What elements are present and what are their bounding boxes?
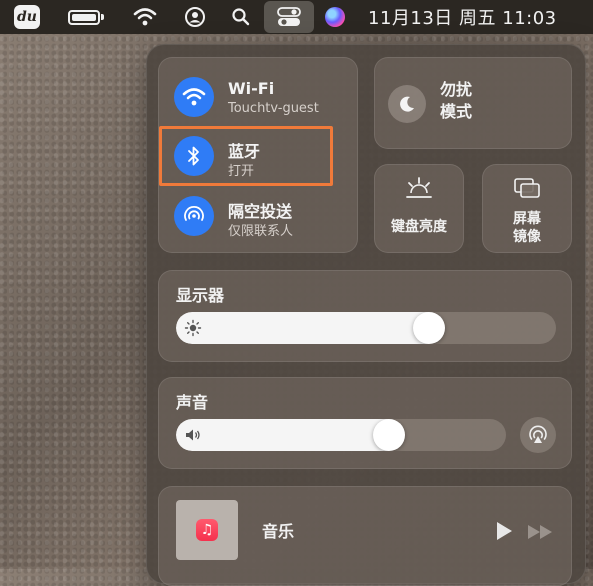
app-logo[interactable]: du bbox=[14, 5, 40, 29]
control-center-icon[interactable] bbox=[264, 1, 314, 33]
screen-mirroring-icon bbox=[482, 176, 572, 200]
volume-slider[interactable] bbox=[176, 419, 506, 451]
menu-bar: du 11月13日 周五 11:03 bbox=[0, 0, 593, 34]
slider-fill bbox=[176, 419, 389, 451]
moon-icon bbox=[388, 85, 426, 123]
search-icon[interactable] bbox=[228, 0, 254, 34]
bluetooth-highlight-box bbox=[159, 126, 333, 186]
play-icon[interactable] bbox=[494, 520, 514, 542]
sound-card: 声音 bbox=[158, 377, 572, 469]
slider-fill bbox=[176, 312, 429, 344]
keyboard-brightness-card[interactable]: 键盘亮度 bbox=[374, 164, 464, 253]
siri-icon[interactable] bbox=[323, 0, 347, 34]
menubar-datetime[interactable]: 11月13日 周五 11:03 bbox=[368, 0, 588, 34]
control-center-panel: Wi-Fi Touchtv-guest 蓝牙 打开 隔空投送 仅限联系人 勿扰 … bbox=[146, 44, 586, 586]
screen-mirroring-card[interactable]: 屏幕 镜像 bbox=[482, 164, 572, 253]
keyboard-brightness-icon bbox=[374, 176, 464, 200]
airdrop-status: 仅限联系人 bbox=[228, 224, 294, 239]
sun-icon bbox=[184, 319, 202, 337]
wifi-toggle[interactable]: Wi-Fi Touchtv-guest bbox=[174, 77, 354, 121]
now-playing-title: 音乐 bbox=[262, 522, 295, 541]
airplay-audio-icon bbox=[529, 425, 547, 443]
wifi-title: Wi-Fi bbox=[228, 79, 275, 98]
next-track-icon[interactable] bbox=[526, 522, 556, 542]
wifi-network-name: Touchtv-guest bbox=[228, 101, 319, 116]
airplay-audio-button[interactable] bbox=[520, 417, 556, 453]
music-note-icon: ♫ bbox=[196, 519, 218, 541]
display-brightness-slider[interactable] bbox=[176, 312, 556, 344]
airdrop-toggle[interactable]: 隔空投送 仅限联系人 bbox=[174, 196, 354, 240]
dnd-label: 勿扰 模式 bbox=[440, 80, 473, 121]
airdrop-icon[interactable] bbox=[174, 196, 214, 236]
display-card: 显示器 bbox=[158, 270, 572, 362]
do-not-disturb-card[interactable]: 勿扰 模式 bbox=[374, 57, 572, 149]
user-icon[interactable] bbox=[182, 0, 208, 34]
battery-icon[interactable] bbox=[66, 0, 106, 34]
album-artwork[interactable]: ♫ bbox=[176, 500, 238, 560]
wifi-icon[interactable] bbox=[174, 77, 214, 117]
keyboard-brightness-label: 键盘亮度 bbox=[391, 219, 447, 235]
airdrop-title: 隔空投送 bbox=[228, 202, 293, 221]
screen-mirroring-label: 屏幕 镜像 bbox=[513, 211, 541, 245]
wifi-icon[interactable] bbox=[132, 0, 158, 34]
slider-knob[interactable] bbox=[413, 312, 445, 344]
speaker-icon bbox=[186, 429, 200, 441]
slider-knob[interactable] bbox=[373, 419, 405, 451]
now-playing-card: ♫ 音乐 bbox=[158, 486, 572, 586]
display-title: 显示器 bbox=[176, 286, 225, 305]
sound-title: 声音 bbox=[176, 393, 209, 412]
